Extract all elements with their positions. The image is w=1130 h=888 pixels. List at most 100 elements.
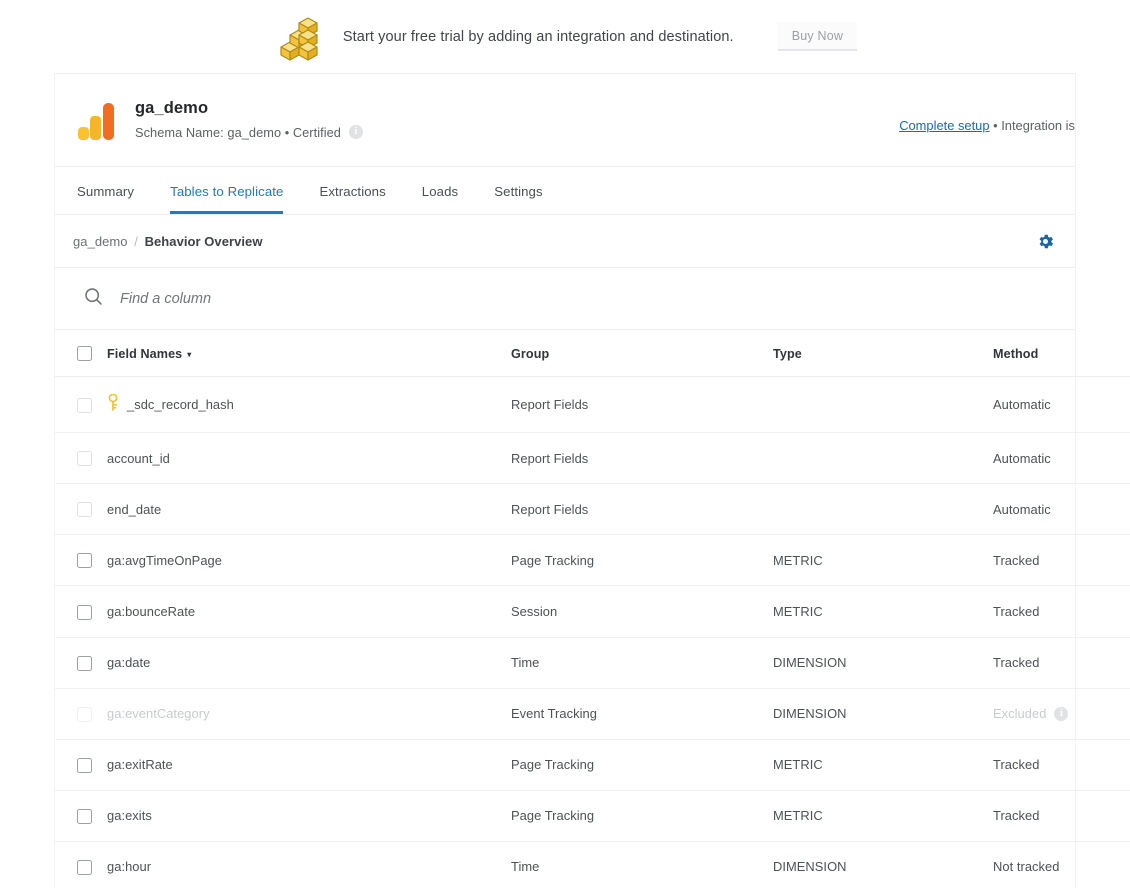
select-all-checkbox[interactable] [77, 346, 92, 362]
field-name-text: ga:eventCategory [107, 706, 210, 722]
integration-header: ga_demo Schema Name: ga_demo • Certified… [55, 74, 1075, 167]
field-name-text: ga:exits [107, 808, 152, 824]
header-method[interactable]: Method [993, 330, 1130, 378]
breadcrumb-separator: / [134, 234, 138, 249]
cell-field-name: account_id [107, 432, 511, 485]
row-checkbox [77, 502, 92, 518]
cell-field-name: ga:exitRate [107, 739, 511, 791]
row-checkbox [77, 451, 92, 467]
integration-title-block: ga_demo Schema Name: ga_demo • Certified… [135, 98, 363, 140]
field-name-text: ga:date [107, 655, 151, 671]
table-row: ga:eventCategory Event Tracking DIMENSION E… [55, 688, 1130, 740]
google-analytics-logo [77, 100, 123, 144]
field-name-text: account_id [107, 450, 170, 466]
search-icon [83, 286, 104, 312]
method-text: Tracked [993, 655, 1040, 671]
gear-icon[interactable] [1034, 230, 1057, 253]
cell-type: METRIC [773, 790, 993, 842]
cell-type [773, 376, 993, 434]
integration-status-text: • Integration is [993, 118, 1075, 133]
table-row: ga:date Time DIMENSION Tracked [55, 637, 1130, 689]
breadcrumb-current: Behavior Overview [144, 234, 263, 249]
cell-group: Event Tracking [511, 688, 773, 740]
complete-setup-link[interactable]: Complete setup [899, 118, 989, 133]
method-text: Tracked [993, 604, 1040, 619]
table-row: account_id Report Fields Automatic [55, 432, 1130, 485]
row-select-cell [55, 841, 107, 888]
tab-loads[interactable]: Loads [422, 168, 458, 214]
cell-group: Report Fields [511, 432, 773, 485]
cell-method: Tracked [993, 739, 1130, 791]
field-name-text: ga:exitRate [107, 757, 173, 773]
info-icon[interactable]: i [1054, 706, 1069, 721]
cell-method: Tracked [993, 534, 1130, 587]
row-checkbox[interactable] [77, 808, 92, 824]
row-checkbox[interactable] [77, 860, 92, 876]
header-group[interactable]: Group [511, 330, 773, 378]
buy-now-button[interactable]: Buy Now [777, 22, 858, 51]
method-text: Automatic [993, 450, 1051, 466]
method-text: Excluded [993, 706, 1047, 722]
row-checkbox[interactable] [77, 604, 92, 620]
method-text: Tracked [993, 808, 1040, 824]
cell-type: DIMENSION [773, 841, 993, 888]
breadcrumb: ga_demo / Behavior Overview [73, 234, 263, 249]
row-checkbox[interactable] [77, 553, 92, 569]
cell-group: Time [511, 841, 773, 888]
cell-method: Automatic [993, 432, 1130, 485]
method-text: Automatic [993, 397, 1051, 413]
cell-type: METRIC [773, 739, 993, 791]
row-select-cell [55, 739, 107, 791]
cell-type: METRIC [773, 585, 993, 638]
cell-method: Not tracked [993, 841, 1130, 888]
primary-key-icon [107, 393, 119, 415]
table-row: end_date Report Fields Automatic [55, 483, 1130, 536]
cell-field-name: _sdc_record_hash [107, 376, 511, 434]
header-field-names-label: Field Names [107, 346, 183, 361]
row-select-cell [55, 376, 107, 434]
cell-group: Session [511, 585, 773, 638]
table-row: ga:exitRate Page Tracking METRIC Tracked [55, 739, 1130, 791]
breadcrumb-root[interactable]: ga_demo [73, 234, 128, 249]
cell-group: Report Fields [511, 376, 773, 434]
search-input[interactable] [120, 290, 640, 307]
cell-method: Tracked [993, 585, 1130, 638]
fields-table-head: Field Names ▾ Group Type Method [55, 330, 1130, 378]
tab-summary[interactable]: Summary [77, 168, 134, 214]
info-icon[interactable]: i [348, 125, 363, 140]
row-checkbox[interactable] [77, 757, 92, 773]
cell-group: Report Fields [511, 483, 773, 536]
sort-caret-icon[interactable]: ▾ [187, 350, 191, 359]
table-row: _sdc_record_hash Report Fields Automatic [55, 376, 1130, 434]
cell-method: Automatic [993, 376, 1130, 434]
cell-group: Page Tracking [511, 534, 773, 587]
page-root: Start your free trial by adding an integ… [0, 0, 1130, 888]
method-text: Not tracked [993, 859, 1060, 875]
cell-field-name: ga:date [107, 637, 511, 689]
header-select-all-cell [55, 330, 107, 378]
table-row: ga:bounceRate Session METRIC Tracked [55, 585, 1130, 638]
field-name-text: ga:avgTimeOnPage [107, 552, 222, 568]
row-checkbox [77, 706, 92, 722]
method-text: Tracked [993, 757, 1040, 773]
fields-table-body: _sdc_record_hash Report Fields Automatic ac… [55, 376, 1130, 888]
cell-field-name: end_date [107, 483, 511, 536]
cell-type: DIMENSION [773, 637, 993, 689]
search-row [55, 268, 1075, 330]
trial-banner: Start your free trial by adding an integ… [54, 0, 1076, 74]
tab-extractions[interactable]: Extractions [319, 168, 385, 214]
breadcrumb-row: ga_demo / Behavior Overview [55, 215, 1075, 268]
cell-group: Page Tracking [511, 790, 773, 842]
tab-settings[interactable]: Settings [494, 168, 542, 214]
cell-type: METRIC [773, 534, 993, 587]
method-text: Tracked [993, 552, 1040, 568]
header-type[interactable]: Type [773, 330, 993, 378]
header-field-names[interactable]: Field Names ▾ [107, 330, 511, 378]
content-container: ga_demo Schema Name: ga_demo • Certified… [54, 74, 1130, 888]
cell-group: Page Tracking [511, 739, 773, 791]
method-text: Automatic [993, 501, 1051, 517]
tab-tables-to-replicate[interactable]: Tables to Replicate [170, 168, 284, 214]
field-name-text: end_date [107, 501, 162, 517]
row-checkbox[interactable] [77, 655, 92, 671]
cell-method: Tracked [993, 637, 1130, 689]
